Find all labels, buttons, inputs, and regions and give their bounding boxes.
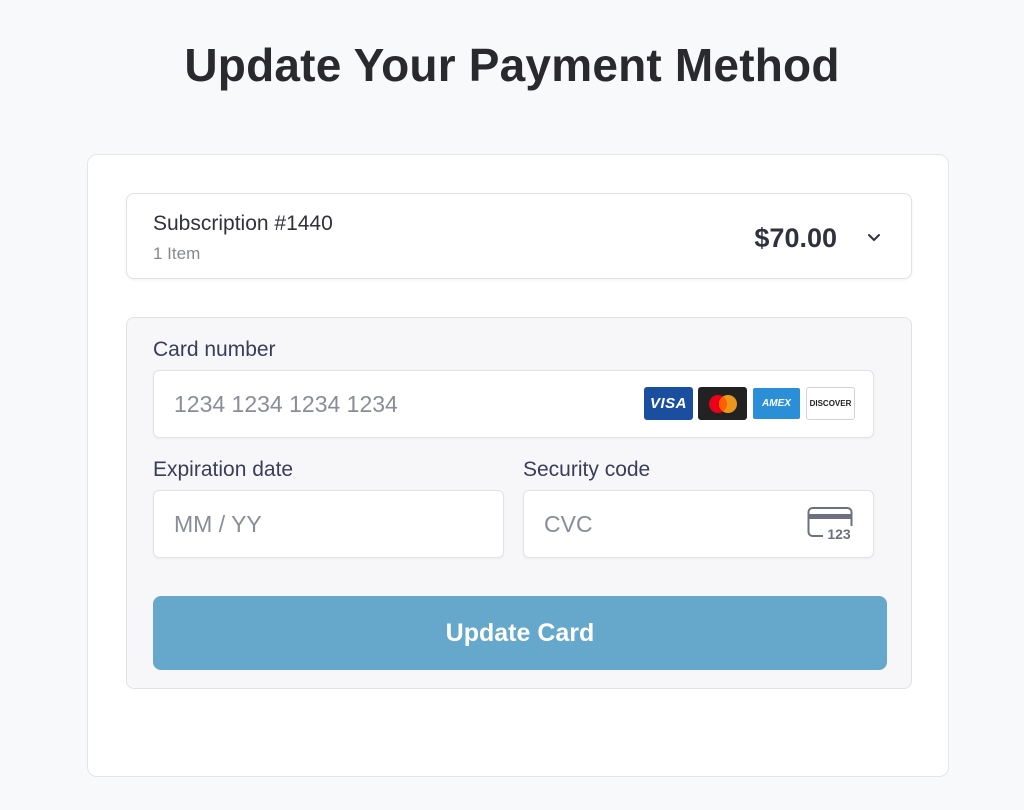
expiration-label: Expiration date bbox=[153, 458, 294, 481]
card-number-wrapper: VISA AMEX DISCOVER bbox=[153, 370, 874, 438]
security-code-wrapper: 123 bbox=[523, 490, 874, 558]
expiration-input[interactable] bbox=[153, 490, 504, 558]
subscription-item-count: 1 Item bbox=[153, 244, 201, 263]
subscription-summary[interactable]: Subscription #1440 1 Item $70.00 bbox=[126, 193, 912, 279]
payment-card-container: Subscription #1440 1 Item $70.00 Card nu… bbox=[87, 154, 949, 777]
amex-icon: AMEX bbox=[752, 387, 801, 420]
cvc-icon-text: 123 bbox=[827, 526, 851, 542]
update-card-button[interactable]: Update Card bbox=[153, 596, 887, 670]
subscription-price: $70.00 bbox=[754, 223, 837, 253]
visa-icon: VISA bbox=[644, 387, 693, 420]
card-form-panel: Card number VISA AMEX DISCOVER Expiratio… bbox=[126, 317, 912, 689]
chevron-down-icon[interactable] bbox=[865, 228, 883, 246]
discover-icon: DISCOVER bbox=[806, 387, 855, 420]
page-title: Update Your Payment Method bbox=[184, 39, 840, 91]
cvc-card-icon: 123 bbox=[807, 507, 855, 542]
card-number-label: Card number bbox=[153, 338, 276, 361]
card-brands: VISA AMEX DISCOVER bbox=[644, 387, 855, 420]
mastercard-icon bbox=[698, 387, 747, 420]
subscription-title: Subscription #1440 bbox=[153, 212, 333, 235]
security-code-label: Security code bbox=[523, 458, 651, 481]
